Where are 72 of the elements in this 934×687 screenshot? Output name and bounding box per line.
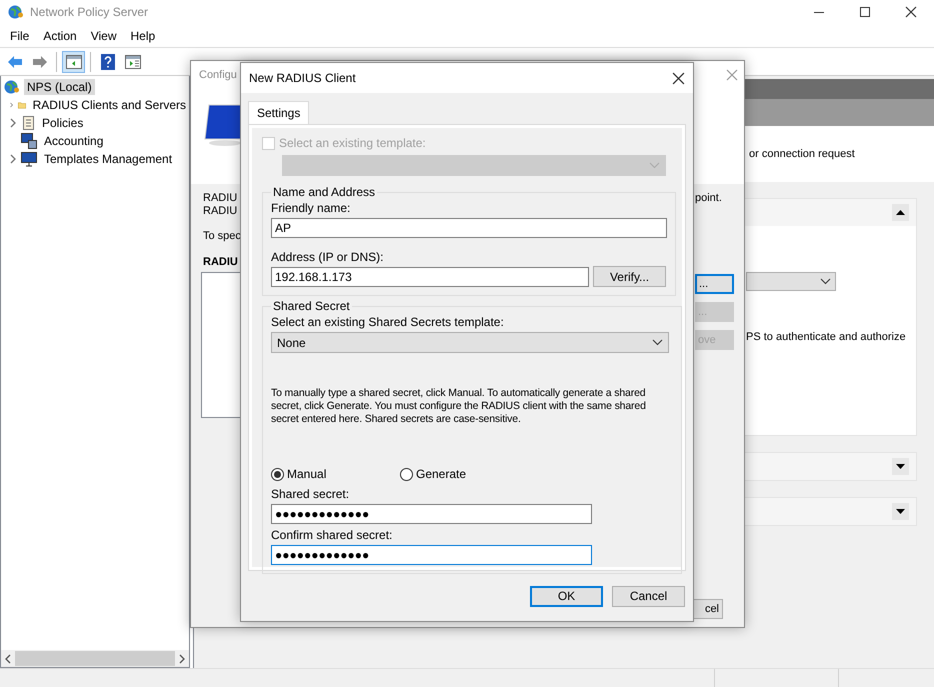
globe-icon: [8, 4, 24, 20]
field-label: Select an existing Shared Secrets template:: [271, 315, 505, 329]
dialog-button[interactable]: Cancel: [612, 586, 685, 606]
pane-icon: [124, 54, 140, 68]
monitor-icon: [203, 103, 241, 147]
window-title: Network Policy Server: [30, 5, 148, 19]
description-text: To manually type a shared secret, click Manual. To automatically generate a shared secret, click Generate. You must configure the RADIUS client with the same shared secret entered here. Shared secrets are case-sensitive.: [271, 387, 647, 426]
dialog-button[interactable]: ...: [695, 274, 734, 294]
collapse-button[interactable]: [892, 204, 909, 221]
radio-button[interactable]: Manual: [271, 467, 400, 481]
expand-chevron-icon[interactable]: [10, 100, 14, 110]
computer-icon: [21, 133, 37, 149]
list-box[interactable]: [201, 272, 241, 418]
field-label: Shared secret:: [271, 487, 350, 501]
maximize-icon: [860, 7, 870, 17]
description-text: point.: [695, 192, 723, 204]
chevron-down-icon: [649, 162, 660, 169]
menu-item[interactable]: Help: [124, 28, 162, 42]
toolbar-button[interactable]: [62, 50, 85, 72]
description-text: RADIU: [203, 205, 238, 218]
chevron-down-icon: [820, 278, 831, 285]
password-field[interactable]: ●●●●●●●●●●●●●: [271, 545, 592, 565]
back-arrow-icon: [6, 54, 22, 68]
expand-arrow-icon: [896, 464, 905, 469]
dialog-button[interactable]: OK: [530, 586, 603, 606]
forward-arrow-icon: [32, 54, 48, 68]
expand-arrow-icon: [896, 509, 905, 514]
verify-button[interactable]: Verify...: [593, 266, 666, 287]
password-field[interactable]: ●●●●●●●●●●●●●: [271, 504, 592, 524]
field-label: Friendly name:: [271, 201, 352, 215]
collapse-arrow-icon: [896, 210, 905, 215]
tree-item[interactable]: NPS (Local): [24, 79, 95, 95]
close-icon[interactable]: [905, 6, 917, 18]
expand-button[interactable]: [892, 503, 909, 520]
tab[interactable]: Settings: [248, 101, 310, 124]
expand-chevron-icon[interactable]: [10, 154, 17, 164]
menu-item[interactable]: File: [3, 28, 36, 42]
description-text: To spec: [203, 230, 241, 242]
template-dropdown[interactable]: None: [271, 332, 669, 353]
list-heading: RADIU: [203, 256, 239, 268]
monitor-icon: [21, 151, 37, 167]
tree-item[interactable]: Accounting: [41, 133, 106, 149]
horizontal-scrollbar[interactable]: [1, 650, 189, 667]
checkbox-label: Select an existing template:: [279, 136, 426, 150]
radio-button[interactable]: Generate: [400, 467, 529, 481]
expand-chevron-icon[interactable]: [10, 118, 17, 128]
field-label: Address (IP or DNS):: [271, 250, 384, 264]
input-field[interactable]: 192.168.1.173: [271, 267, 589, 287]
dialog-button[interactable]: cel: [693, 599, 723, 619]
help-icon: [100, 54, 114, 70]
intro-text: or connection request: [749, 148, 855, 160]
dialog-title: New RADIUS Client: [249, 71, 356, 85]
pane-icon: [66, 54, 82, 68]
scroll-icon: [21, 115, 35, 131]
input-field[interactable]: AP: [271, 218, 667, 238]
dialog-title: Configu: [199, 69, 237, 81]
section-text: PS to authenticate and authorize: [746, 331, 907, 343]
expand-button[interactable]: [892, 458, 909, 475]
group-title: Name and Address: [272, 185, 376, 199]
group-title: Shared Secret: [272, 299, 351, 313]
menu-item[interactable]: View: [84, 28, 124, 42]
close-icon[interactable]: [672, 72, 685, 84]
tree-item[interactable]: RADIUS Clients and Servers: [30, 97, 189, 113]
scroll-left-icon[interactable]: [4, 654, 11, 664]
chevron-down-icon: [652, 339, 663, 346]
scroll-right-icon[interactable]: [179, 654, 186, 664]
field-label: Confirm shared secret:: [271, 528, 394, 542]
description-text: RADIU: [203, 192, 238, 205]
globe-icon: [4, 79, 20, 95]
tree-item[interactable]: Templates Management: [41, 151, 176, 167]
menu-item[interactable]: Action: [36, 28, 84, 42]
tree-item[interactable]: Policies: [39, 115, 86, 131]
